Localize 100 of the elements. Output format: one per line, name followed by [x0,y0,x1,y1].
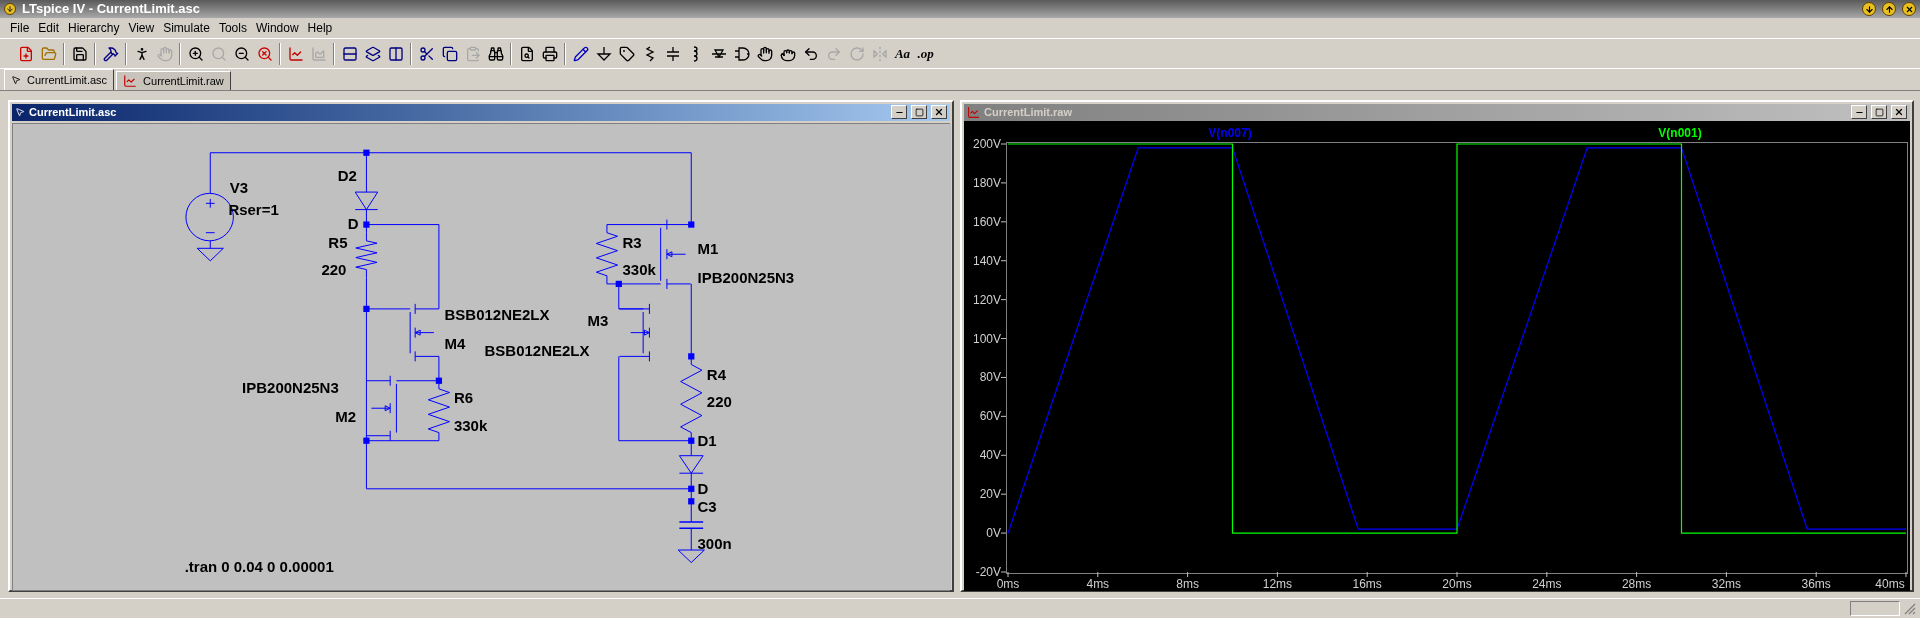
binoculars-icon [487,45,504,62]
component-label: 300n [697,534,732,552]
component-label: IPB200N25N3 [697,268,795,286]
tick-mark [1000,454,1007,456]
menu-item[interactable]: Help [303,19,337,37]
x-tick-label: 36ms [1801,576,1831,591]
x-tick-label: 28ms [1621,576,1652,591]
menu-item[interactable]: View [124,19,159,37]
x-tick-label: 40ms [1875,576,1905,591]
close-icon [1904,4,1914,14]
component-label: R5 [328,233,348,251]
x-tick-label: 32ms [1711,576,1742,591]
search-icon [210,45,227,62]
child-window-title: CurrentLimit.asc [29,105,117,120]
app-menu-icon[interactable] [4,3,16,15]
toolbar-button[interactable]: .op [914,41,937,66]
tick-mark [1905,571,1907,577]
tick-mark [1366,571,1368,577]
child-window-title: CurrentLimit.raw [984,105,1072,120]
x-tick-label: 0ms [996,576,1020,591]
y-tick-label: 80V [979,369,1001,384]
x-tick-label: 16ms [1352,576,1382,591]
close-icon [934,107,944,118]
folder-icon [40,45,57,62]
close-icon [1894,107,1904,118]
redo-icon [825,45,842,62]
tick-mark [1000,376,1007,378]
window-title: LTspice IV - CurrentLimit.asc [22,0,200,19]
trace-label: V(n007) [1208,125,1252,140]
status-panel [1850,601,1900,616]
document-tab[interactable]: CurrentLimit.raw [116,71,231,90]
simulation-directive: .tran 0 0.04 0 0.00001 [184,557,334,575]
component-label: 220 [706,392,732,410]
component-label: D [697,479,709,497]
menu-item[interactable]: Window [251,19,303,37]
close-button[interactable] [1902,2,1916,16]
component-label: Rser=1 [228,200,279,218]
component-label: C3 [697,497,717,515]
line-chart-icon [287,45,304,62]
ground-icon [595,45,612,62]
component-label: 220 [321,260,347,278]
tick-mark [1725,571,1727,577]
tick-mark [1097,571,1099,577]
resize-grip-icon [1904,602,1916,615]
file-search-icon [518,45,535,62]
up-arrow-icon [1884,4,1894,14]
search-cross-icon [256,45,273,62]
tick-mark [1000,220,1007,222]
zoom-out-icon [233,45,250,62]
maximize-button[interactable] [1882,2,1896,16]
menu-item[interactable]: Tools [214,19,251,37]
layers-icon [364,45,381,62]
flip-icon [871,45,888,62]
component-label: R6 [453,388,474,406]
y-tick-label: 160V [972,214,1001,229]
maximize-icon [1874,107,1884,117]
x-tick-label: 20ms [1442,576,1472,591]
component-label: R3 [622,233,642,251]
clipboard-icon [464,45,481,62]
component-label: M2 [335,407,357,425]
tick-mark [1000,298,1007,300]
columns-icon [387,45,404,62]
component-label: M1 [697,239,719,257]
tick-mark [1000,259,1007,261]
component-label: D [347,214,359,232]
pointer-icon [11,75,21,85]
hammer-icon [102,45,119,62]
tick-mark [1546,571,1548,577]
trace-label: V(n001) [1658,125,1702,140]
hand-icon [756,45,773,62]
y-tick-label: 0V [986,525,1001,540]
menu-item[interactable]: Edit [34,19,64,37]
x-tick-label: 12ms [1262,576,1293,591]
menu-item[interactable]: Simulate [159,19,214,37]
area-chart-icon [310,45,327,62]
tag-icon [618,45,635,62]
down-arrow-icon [1864,4,1874,14]
pointer-icon [15,107,25,118]
new-file-icon [17,45,34,62]
menu-item[interactable]: File [6,19,34,37]
y-tick-label: 20V [979,486,1001,501]
toolbar-button[interactable]: Aa [891,41,914,66]
menu-item[interactable]: Hierarchy [64,19,124,37]
tick-mark [1187,571,1189,577]
y-tick-label: 180V [972,175,1001,190]
minimize-button[interactable] [1862,2,1876,16]
component-label: D2 [337,166,357,184]
gate-icon [733,45,750,62]
tick-mark [1276,571,1278,577]
y-tick-label: 40V [979,447,1001,462]
component-label: R4 [706,365,727,383]
component-label: 330k [453,416,488,434]
rows-icon [341,45,358,62]
document-tab[interactable]: CurrentLimit.asc [4,69,115,90]
component-label: M3 [587,311,609,329]
y-tick-label: 120V [972,292,1001,307]
component-label: V3 [229,178,248,196]
rotate-icon [848,45,865,62]
y-tick-label: 60V [979,408,1001,423]
tick-mark [1000,532,1007,534]
